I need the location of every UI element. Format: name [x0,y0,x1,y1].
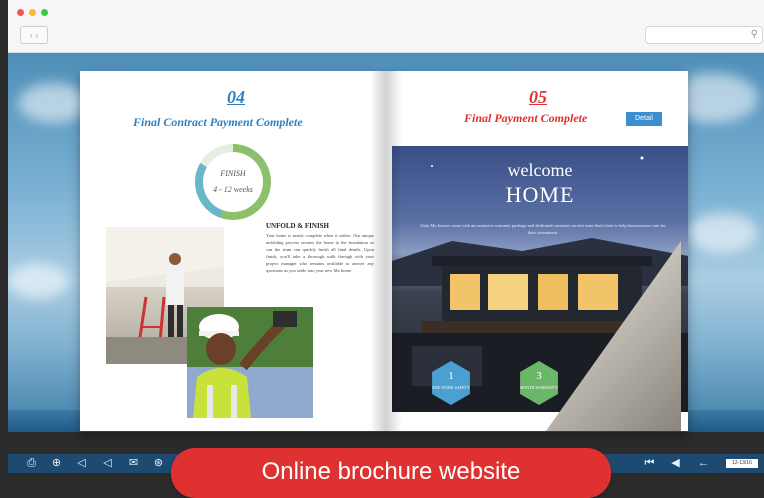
warranty-tagline: Only Mo houses come with an extensive wa… [420,223,666,235]
sound-icon[interactable]: ◁ [74,456,89,471]
zoom-window-button[interactable] [41,9,48,16]
page-title: Final Payment Complete [464,111,588,125]
brochure-book[interactable]: 04 Final Contract Payment Complete FINIS… [80,71,688,431]
share-icon[interactable]: ◁ [100,456,115,471]
section-heading: UNFOLD & FINISH [266,222,330,230]
close-window-button[interactable] [17,9,24,16]
worker-hardhat-photo [187,307,313,418]
left-page[interactable]: 04 Final Contract Payment Complete FINIS… [80,71,386,431]
page-number: 05 [529,87,547,107]
sky-cloud [8,263,68,299]
print-icon[interactable]: ⎙ [24,456,39,471]
sky-cloud [688,213,758,253]
browser-window: ‹ › ⚲ 04 Final Contract Payment Complete… [8,0,764,473]
previous-page-icon[interactable]: ◀ [668,456,683,471]
section-body: Your home is nearly complete when it set… [266,233,374,273]
page-title: Final Contract Payment Complete [133,115,303,129]
email-icon[interactable]: ✉ [126,456,141,471]
badge-text: SITE WORK SAFETY [432,385,470,390]
first-page-icon[interactable]: ⏮ [642,456,657,471]
search-icon[interactable]: ⚲ [751,27,758,43]
book-spine [370,71,402,431]
progress-ring-center: FINISH 4 - 12 weeks [203,152,263,212]
title-bar: ‹ › ⚲ [8,0,764,53]
progress-duration: 4 - 12 weeks [213,185,253,194]
detail-button[interactable]: Detail [626,112,662,126]
thumbnails-icon[interactable]: ⊛ [151,456,166,471]
progress-ring: FINISH 4 - 12 weeks [195,144,271,220]
welcome-heading: welcome [507,160,573,180]
next-page-icon[interactable]: ← [696,456,711,471]
progress-label: FINISH [220,169,246,178]
page-indicator[interactable]: 12-13/16 [726,459,758,468]
search-input[interactable]: ⚲ [645,26,763,44]
right-page[interactable]: 05 Final Payment Complete Detail welcome… [386,71,688,431]
zoom-icon[interactable]: ⊕ [49,456,64,471]
sky-cloud [18,83,88,123]
promo-banner[interactable]: Online brochure website [171,448,611,498]
badge-text: MONTH WARRANTY [519,385,559,390]
badge-number: 1 [448,370,454,382]
worker-hardhat-illustration [187,307,313,418]
home-heading: HOME [505,182,575,207]
desktop-edge [0,0,8,473]
minimize-window-button[interactable] [29,9,36,16]
page-number: 04 [227,87,245,107]
back-forward-icon[interactable]: ‹ › [20,26,48,44]
badge-number: 3 [536,370,542,382]
